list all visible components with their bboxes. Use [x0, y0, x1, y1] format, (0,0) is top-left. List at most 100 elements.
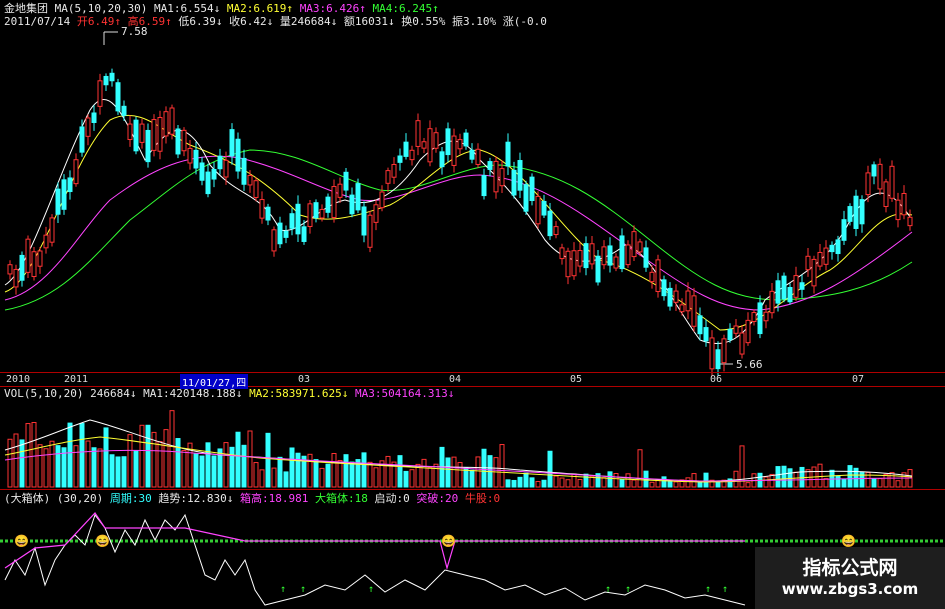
candle-body — [367, 214, 373, 248]
candle-body — [205, 171, 211, 195]
volume-bar — [457, 462, 463, 488]
volume-bar — [583, 473, 589, 488]
candle-body — [295, 203, 301, 235]
candle-body — [283, 230, 289, 238]
volume-bar — [211, 455, 217, 488]
candle-body — [667, 287, 673, 307]
vol-value: 246684↓ — [90, 387, 137, 400]
volume-bar — [373, 467, 379, 488]
volume-bar — [511, 479, 517, 488]
volume-bar — [889, 472, 895, 488]
volume-bar — [235, 431, 241, 488]
volume-bar — [661, 476, 667, 488]
volume-bar — [631, 479, 637, 488]
candle-body — [511, 169, 517, 196]
up-arrow-icon: ↑ — [625, 584, 631, 595]
candle-body — [733, 325, 739, 334]
volume-bar — [397, 455, 403, 488]
candle-body — [217, 155, 223, 170]
candle-body — [823, 247, 829, 265]
candle-body — [523, 184, 529, 212]
candle-body — [37, 250, 43, 267]
indicator-name: (大箱体) — [4, 492, 51, 505]
candle-body — [871, 164, 877, 177]
candle-body — [271, 229, 277, 252]
candle-body — [229, 129, 235, 157]
indicator-params: (30,20) — [56, 492, 104, 505]
volume-bar — [535, 481, 541, 488]
candle-body — [469, 149, 475, 160]
volume-bar — [715, 481, 721, 488]
candle-body — [535, 195, 541, 225]
candle-body — [49, 217, 55, 243]
volume-bar — [139, 424, 145, 488]
candle-body — [811, 258, 817, 287]
smiley-icon: 😄 — [95, 534, 110, 548]
volume-bar — [787, 468, 793, 488]
candle-body — [25, 238, 31, 273]
candle-body — [61, 179, 67, 210]
candle-body — [151, 119, 157, 151]
candle-body — [889, 165, 895, 199]
volume-pane-separator — [0, 489, 945, 490]
volume-bar — [91, 447, 97, 488]
candle-body — [631, 231, 637, 258]
volume-bar — [409, 469, 415, 488]
volume-bar — [613, 473, 619, 488]
candle-body — [661, 279, 667, 297]
volume-bar — [745, 482, 751, 488]
candle-body — [463, 132, 469, 147]
candle-body — [115, 82, 121, 112]
volume-bar — [433, 463, 439, 488]
watermark-logo: 指标公式网 www.zbgs3.com — [755, 547, 945, 609]
candle-body — [175, 128, 181, 155]
volume-bar — [199, 455, 205, 488]
axis-label-05: 05 — [570, 374, 583, 385]
candle-body — [847, 206, 853, 222]
candle-body — [547, 210, 553, 237]
volume-bar — [451, 456, 457, 488]
candle-body — [757, 302, 763, 335]
candle-body — [43, 234, 49, 249]
candle-body — [883, 181, 889, 208]
volume-bar — [13, 433, 19, 488]
volume-bar — [445, 457, 451, 488]
candle-body — [487, 161, 493, 170]
candle-body — [835, 239, 841, 255]
volume-bar — [181, 450, 187, 488]
volume-bar — [19, 439, 25, 488]
candle-body — [223, 159, 229, 178]
volume-bar — [277, 456, 283, 488]
chart-canvas[interactable]: 7.58 5.66 😄 😄 😄 😄 ↑ ↑ ↑ ↑ ↑ ↑ ↑ — [0, 0, 945, 609]
candle-body — [259, 199, 265, 219]
volume-bar — [79, 423, 85, 488]
candle-body — [619, 235, 625, 270]
candle-body — [415, 120, 421, 147]
candle-body — [775, 280, 781, 304]
candle-body — [853, 195, 859, 229]
volume-bar — [469, 469, 475, 488]
volume-bar — [241, 444, 247, 488]
candle-body — [727, 328, 733, 341]
candle-body — [805, 255, 811, 271]
volume-bar — [247, 430, 253, 488]
candle-body — [451, 135, 457, 166]
candle-body — [703, 327, 709, 342]
candle-body — [589, 243, 595, 265]
candle-body — [901, 192, 907, 216]
axis-label-04: 04 — [449, 374, 462, 385]
candle-body — [247, 174, 253, 186]
candle-body — [907, 216, 913, 227]
candle-body — [595, 255, 601, 283]
candle-body — [769, 290, 775, 314]
candle-body — [445, 128, 451, 156]
candle-body — [361, 206, 367, 236]
volume-bar — [31, 422, 37, 488]
volume-bar — [529, 477, 535, 488]
vol-ma3: MA3:504164.313↓ — [355, 387, 455, 400]
candle-body — [583, 243, 589, 269]
candle-body — [859, 199, 865, 225]
candle-body — [607, 245, 613, 266]
volume-bar — [559, 477, 565, 488]
volume-bar — [547, 450, 553, 488]
